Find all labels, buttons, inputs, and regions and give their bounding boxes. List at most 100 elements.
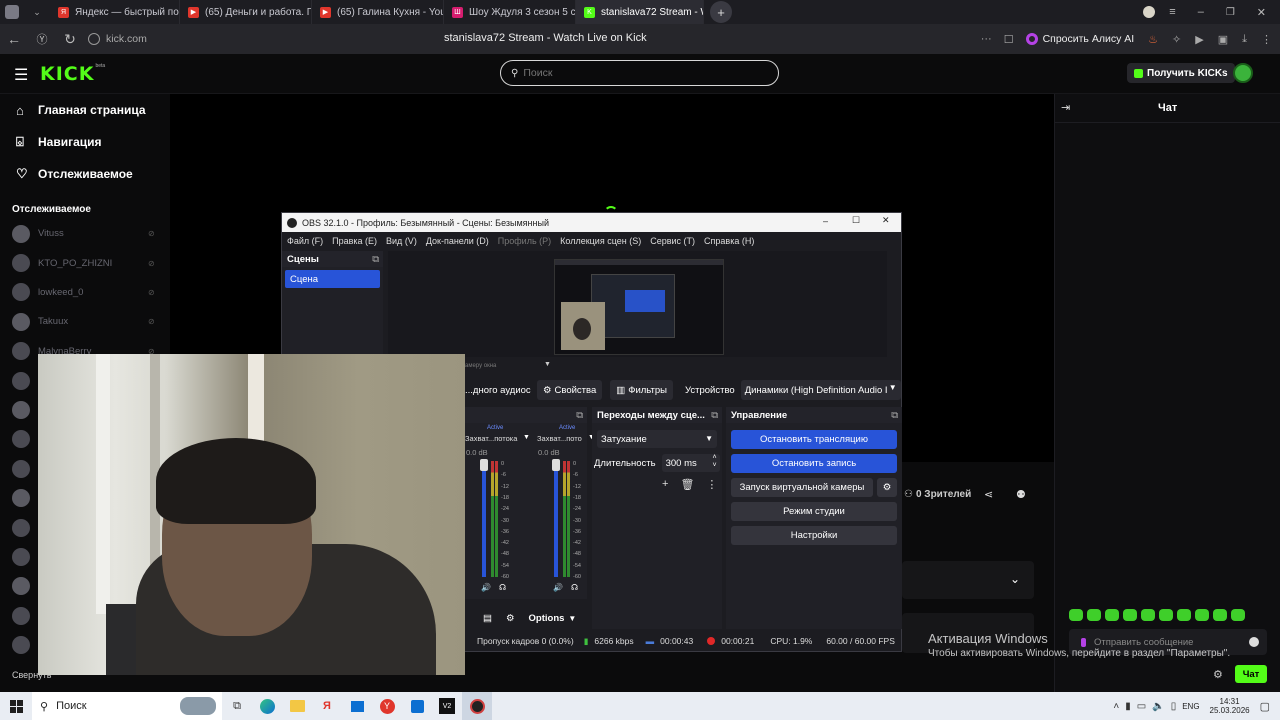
volume-fader[interactable] xyxy=(482,459,486,577)
v2-app-icon[interactable]: V2 xyxy=(432,692,462,720)
dock-float-icon[interactable]: ⧉ xyxy=(711,410,718,421)
clock[interactable]: 14:31 25.03.2026 xyxy=(1210,697,1250,715)
trash-icon[interactable]: 🗑 xyxy=(680,478,694,491)
url-text[interactable]: kick.com xyxy=(106,33,147,45)
tray-mic-icon[interactable]: ▮ xyxy=(1125,701,1131,712)
download-icon[interactable]: ⤓ xyxy=(1242,33,1247,46)
dock-float-icon[interactable]: ⧉ xyxy=(372,254,379,265)
chevron-down-icon[interactable]: ▼ xyxy=(523,434,530,441)
source-dropdown-icon[interactable]: ▼ xyxy=(544,361,551,368)
extension-flame-icon[interactable]: ♨ xyxy=(1148,33,1158,46)
device-select[interactable]: Динамики (High Definition Audio I ▼ xyxy=(740,380,901,400)
speaker-icon[interactable]: 🔊 xyxy=(481,583,491,592)
avatar[interactable] xyxy=(1233,63,1253,83)
sidebar-nav-item[interactable]: ⌺ Навигация xyxy=(0,126,168,158)
obs-menu-item[interactable]: Файл (F) xyxy=(287,236,323,246)
followed-channel[interactable]: Takuux ⊘ xyxy=(0,307,168,336)
followed-channel[interactable]: lowkeed_0 ⊘ xyxy=(0,278,168,307)
minimize-window-icon[interactable]: – xyxy=(1198,6,1204,18)
browser-tab[interactable]: Ш Шоу Ждуля 3 сезон 5 се xyxy=(444,0,576,24)
stop-stream-button[interactable]: Остановить трансляцию xyxy=(731,430,897,449)
emote-icon[interactable] xyxy=(1105,609,1119,621)
filters-button[interactable]: ▥ Фильтры xyxy=(610,380,673,400)
kick-logo[interactable]: KICK beta xyxy=(40,63,105,85)
share-icon[interactable]: ⋖ xyxy=(984,488,993,501)
headphones-icon[interactable]: ☊ xyxy=(499,583,506,592)
emote-icon[interactable] xyxy=(1231,609,1245,621)
options-button[interactable]: Options ▼ xyxy=(529,613,577,624)
back-icon[interactable]: ← xyxy=(0,25,28,53)
settings-button[interactable]: Настройки xyxy=(731,526,897,545)
edge-icon[interactable] xyxy=(252,692,282,720)
yandex-taskbar-icon[interactable]: Я xyxy=(312,692,342,720)
dock-float-icon[interactable]: ⧉ xyxy=(576,410,583,421)
emote-icon[interactable] xyxy=(1141,609,1155,621)
tray-volume-icon[interactable]: 🔈 xyxy=(1152,701,1164,712)
more-options-icon[interactable]: ··· xyxy=(981,33,992,45)
obs-taskbar-icon[interactable] xyxy=(462,692,492,720)
obs-maximize-icon[interactable]: ☐ xyxy=(852,215,860,226)
browser-tab[interactable]: Я Яндекс — быстрый поиск xyxy=(50,0,180,24)
add-icon[interactable]: + xyxy=(662,478,668,491)
mail-icon[interactable] xyxy=(342,692,372,720)
list-icon[interactable]: ▤ xyxy=(483,613,492,624)
browser-extra-icon[interactable]: ⋮ xyxy=(1261,33,1272,46)
taskbar-search[interactable]: ⚲ Поиск xyxy=(32,692,222,720)
obs-menu-item[interactable]: Справка (H) xyxy=(704,236,754,246)
language-indicator[interactable]: ENG xyxy=(1182,702,1199,711)
obs-menu-item[interactable]: Правка (E) xyxy=(332,236,377,246)
obs-menu-item[interactable]: Коллекция сцен (S) xyxy=(560,236,641,246)
volume-fader-handle[interactable] xyxy=(480,459,488,471)
file-explorer-icon[interactable] xyxy=(282,692,312,720)
alice-button[interactable]: Спросить Алису AI xyxy=(1025,33,1134,45)
notification-icon[interactable]: ▢ xyxy=(1260,700,1270,713)
emote-icon[interactable] xyxy=(1123,609,1137,621)
stop-recording-button[interactable]: Остановить запись xyxy=(731,454,897,473)
obs-menu-item[interactable]: Профиль (P) xyxy=(498,236,551,246)
emote-icon[interactable] xyxy=(1177,609,1191,621)
headphones-icon[interactable]: ☊ xyxy=(571,583,578,592)
browser-settings-icon[interactable]: ≡ xyxy=(1169,6,1175,18)
account-icon[interactable] xyxy=(1143,6,1156,18)
security-icon[interactable] xyxy=(88,33,100,45)
get-kicks-button[interactable]: Получить KICKs xyxy=(1127,63,1235,83)
search-input[interactable] xyxy=(523,67,744,79)
volume-fader-handle[interactable] xyxy=(552,459,560,471)
extension-play-icon[interactable]: ▶ xyxy=(1195,33,1203,46)
emote-icon[interactable] xyxy=(1213,609,1227,621)
followed-channel[interactable]: Vituss ⊘ xyxy=(0,219,168,248)
obs-menu-item[interactable]: Вид (V) xyxy=(386,236,417,246)
add-friend-icon[interactable]: ⚉ xyxy=(1016,488,1026,501)
close-window-icon[interactable]: ✕ xyxy=(1257,6,1266,19)
duration-stepper[interactable]: 300 ms ˄ ˅ xyxy=(661,454,720,472)
bookmark-icon[interactable]: ☐ xyxy=(1004,33,1014,46)
emote-icon[interactable] xyxy=(1069,609,1083,621)
settings-icon[interactable]: ⚙ xyxy=(506,613,515,624)
send-chat-button[interactable]: Чат xyxy=(1235,665,1267,683)
collections-icon[interactable]: ▣ xyxy=(1218,33,1228,46)
speaker-icon[interactable]: 🔊 xyxy=(553,583,563,592)
start-virtual-camera-button[interactable]: Запуск виртуальной камеры xyxy=(731,478,873,497)
sidebar-nav-item[interactable]: ⌂ Главная страница xyxy=(0,94,168,126)
yandex-browser-icon[interactable]: Y xyxy=(372,692,402,720)
new-tab-button[interactable]: + xyxy=(710,1,732,23)
reload-icon[interactable]: ↻ xyxy=(56,25,84,53)
obs-menu-item[interactable]: Док-панели (D) xyxy=(426,236,489,246)
obs-menu-item[interactable]: Сервис (T) xyxy=(650,236,695,246)
sidebar-nav-item[interactable]: ♡ Отслеживаемое xyxy=(0,158,168,190)
tray-network-icon[interactable]: ▭ xyxy=(1137,701,1146,712)
obs-close-icon[interactable]: ✕ xyxy=(882,215,890,226)
search-box[interactable]: ⚲ xyxy=(500,60,779,86)
browser-tab[interactable]: ▶ (65) Галина Кухня - YouTu xyxy=(312,0,444,24)
dock-float-icon[interactable]: ⧉ xyxy=(891,410,898,421)
task-view-icon[interactable]: ⧉ xyxy=(222,692,252,720)
windows-start-icon[interactable] xyxy=(0,692,32,720)
extension-puzzle-icon[interactable]: ✧ xyxy=(1172,33,1181,46)
store-icon[interactable] xyxy=(402,692,432,720)
restore-window-icon[interactable]: ❐ xyxy=(1226,7,1235,18)
chat-settings-icon[interactable]: ⚙ xyxy=(1213,668,1223,681)
properties-button[interactable]: ⚙ Свойства xyxy=(537,380,603,400)
tabs-dropdown-icon[interactable]: ⌄ xyxy=(24,0,50,24)
followed-channel[interactable]: KTO_PO_ZHIZNI ⊘ xyxy=(0,248,168,277)
emoji-icon[interactable] xyxy=(1249,637,1259,647)
